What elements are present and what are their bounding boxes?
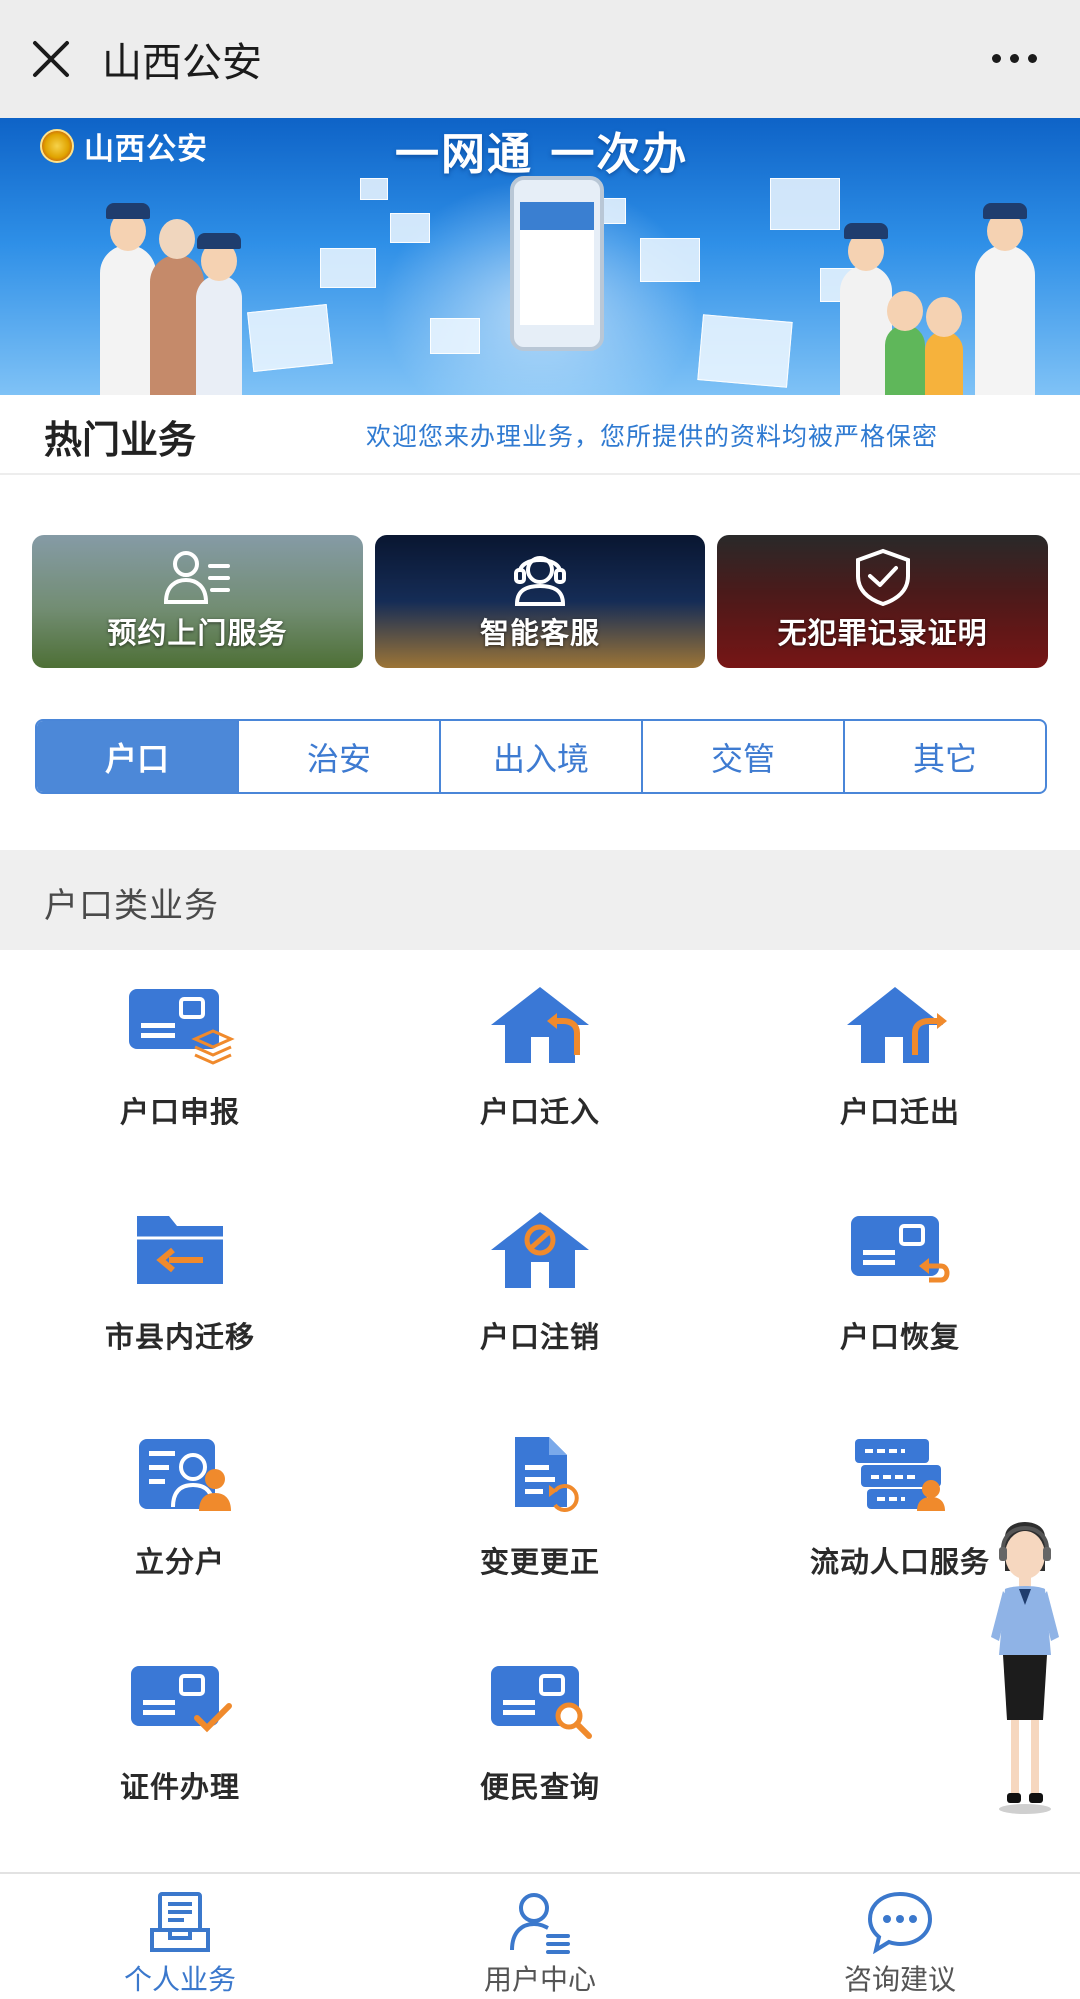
section-title: 户口类业务 xyxy=(44,886,219,926)
banner-logo: 山西公安 xyxy=(40,124,208,168)
card-search-icon xyxy=(485,1650,595,1750)
bottom-nav: 个人业务 用户中心 咨询建议 xyxy=(0,1872,1080,1999)
document-refresh-icon xyxy=(485,1425,595,1525)
shield-check-icon xyxy=(848,548,918,606)
banner[interactable]: 山西公安 一网通 一次办 xyxy=(0,118,1080,395)
service-certificate[interactable]: 证件办理 xyxy=(0,1650,360,1850)
service-hukou-cancel[interactable]: 户口注销 xyxy=(360,1200,720,1400)
cards-person-icon xyxy=(845,1425,955,1525)
assistant-avatar-icon[interactable] xyxy=(975,1515,1075,1815)
nav-user-center[interactable]: 用户中心 xyxy=(360,1874,720,1999)
house-cancel-icon xyxy=(485,1200,595,1300)
tile-smart-customer-service[interactable]: 智能客服 xyxy=(374,535,706,668)
service-hukou-move-out[interactable]: 户口迁出 xyxy=(720,975,1080,1175)
nav-consultation[interactable]: 咨询建议 xyxy=(720,1874,1080,1999)
service-hukou-declare[interactable]: 户口申报 xyxy=(0,975,360,1175)
banner-slogan: 一网通 一次办 xyxy=(395,129,689,180)
card-restore-icon xyxy=(845,1200,955,1300)
tile-appointment-service[interactable]: 预约上门服务 xyxy=(32,535,363,668)
service-change-correction[interactable]: 变更更正 xyxy=(360,1425,720,1625)
tab-entry-exit[interactable]: 出入境 xyxy=(441,721,643,792)
category-tabs: 户口 治安 出入境 交管 其它 xyxy=(35,719,1047,794)
person-illustration xyxy=(100,203,156,395)
card-person-icon xyxy=(125,1425,235,1525)
service-hukou-move-in[interactable]: 户口迁入 xyxy=(360,975,720,1175)
id-card-layers-icon xyxy=(125,975,235,1075)
card-check-icon xyxy=(125,1650,235,1750)
close-icon[interactable] xyxy=(24,32,78,86)
hot-business-header: 热门业务 欢迎您来办理业务，您所提供的资料均被严格保密 xyxy=(0,395,1080,475)
person-illustration xyxy=(975,203,1035,395)
service-convenience-query[interactable]: 便民查询 xyxy=(360,1650,720,1850)
person-illustration xyxy=(885,291,925,395)
chat-bubble-icon xyxy=(868,1890,932,1954)
phone-illustration xyxy=(510,176,604,351)
folder-arrow-icon xyxy=(125,1200,235,1300)
headset-agent-icon xyxy=(505,548,575,606)
police-emblem-icon xyxy=(40,129,74,163)
title-bar: 山西公安 xyxy=(0,0,1080,118)
tile-no-criminal-record[interactable]: 无犯罪记录证明 xyxy=(717,535,1049,668)
more-icon[interactable] xyxy=(984,38,1044,78)
house-arrow-out-icon xyxy=(845,975,955,1075)
nav-personal-business[interactable]: 个人业务 xyxy=(0,1874,360,1999)
service-separate-household[interactable]: 立分户 xyxy=(0,1425,360,1625)
person-illustration xyxy=(196,233,242,395)
tray-document-icon xyxy=(148,1890,212,1954)
hot-business-tiles: 预约上门服务 智能客服 无犯罪记录证明 xyxy=(32,535,1049,668)
person-illustration xyxy=(925,297,963,395)
user-list-icon xyxy=(508,1890,572,1954)
section-header: 户口类业务 xyxy=(0,850,1080,950)
hot-business-title: 热门业务 xyxy=(44,418,197,462)
service-hukou-restore[interactable]: 户口恢复 xyxy=(720,1200,1080,1400)
service-intra-county-transfer[interactable]: 市县内迁移 xyxy=(0,1200,360,1400)
house-arrow-in-icon xyxy=(485,975,595,1075)
hot-business-subtitle: 欢迎您来办理业务，您所提供的资料均被严格保密 xyxy=(366,422,939,451)
user-list-icon xyxy=(162,548,232,606)
tab-public-security[interactable]: 治安 xyxy=(239,721,441,792)
tab-hukou[interactable]: 户口 xyxy=(37,721,239,792)
page-title: 山西公安 xyxy=(102,40,262,86)
tab-other[interactable]: 其它 xyxy=(845,721,1045,792)
tab-traffic[interactable]: 交管 xyxy=(643,721,845,792)
